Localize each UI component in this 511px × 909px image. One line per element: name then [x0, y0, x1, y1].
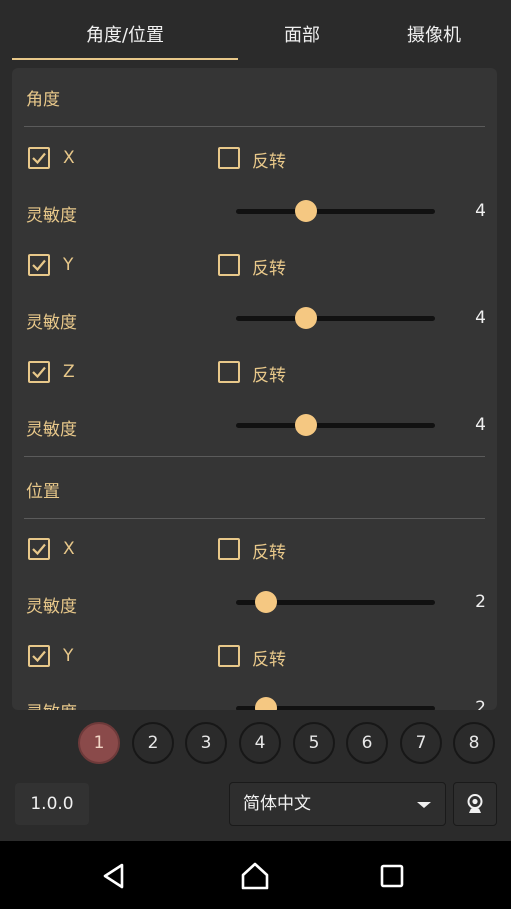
home-icon[interactable] [240, 861, 270, 891]
invert-x-label: 反转 [252, 152, 286, 172]
position-y-checkbox[interactable] [28, 645, 50, 667]
invert-z-label: 反转 [252, 366, 286, 386]
page-button-6[interactable]: 6 [346, 722, 388, 764]
position-invert-y-checkbox[interactable] [218, 645, 240, 667]
axis-y-checkbox[interactable] [28, 254, 50, 276]
slider-thumb[interactable] [294, 307, 317, 329]
axis-y-label: Y [63, 255, 74, 275]
back-triangle-icon[interactable] [99, 861, 129, 891]
sensitivity-x-label: 灵敏度 [26, 206, 77, 226]
position-sensitivity-x-slider[interactable] [236, 591, 435, 613]
position-invert-y-label: 反转 [252, 650, 286, 670]
page-selector: 1 2 3 4 5 6 7 8 [0, 722, 511, 766]
sensitivity-x-slider[interactable] [236, 200, 435, 222]
axis-x-checkbox[interactable] [28, 147, 50, 169]
axis-z-checkbox[interactable] [28, 361, 50, 383]
dropdown-arrow-icon [417, 802, 431, 808]
slider-thumb[interactable] [254, 591, 277, 613]
page-button-7[interactable]: 7 [400, 722, 442, 764]
slider-thumb[interactable] [294, 200, 317, 222]
divider [24, 518, 485, 519]
position-sensitivity-y-label: 灵敏度 [26, 698, 77, 710]
sensitivity-y-slider[interactable] [236, 307, 435, 329]
tab-camera[interactable]: 摄像机 [384, 0, 484, 60]
page-button-3[interactable]: 3 [185, 722, 227, 764]
sensitivity-z-value: 4 [475, 415, 486, 435]
invert-y-label: 反转 [252, 259, 286, 279]
tab-face[interactable]: 面部 [252, 0, 352, 60]
position-y-label: Y [63, 646, 74, 666]
version-label: 1.0.0 [15, 783, 89, 825]
divider [24, 456, 485, 457]
position-x-label: X [63, 539, 75, 559]
sensitivity-z-slider[interactable] [236, 414, 435, 436]
checkmark-icon [32, 366, 46, 379]
invert-x-checkbox[interactable] [218, 147, 240, 169]
divider [24, 126, 485, 127]
sensitivity-z-label: 灵敏度 [26, 420, 77, 440]
position-invert-x-label: 反转 [252, 543, 286, 563]
webcam-icon [467, 794, 483, 813]
sensitivity-x-value: 4 [475, 201, 486, 221]
position-invert-x-checkbox[interactable] [218, 538, 240, 560]
recents-square-icon[interactable] [377, 861, 407, 891]
page-button-8[interactable]: 8 [453, 722, 495, 764]
position-sensitivity-y-slider[interactable] [236, 697, 435, 710]
checkmark-icon [32, 650, 46, 663]
page-button-1[interactable]: 1 [78, 722, 120, 764]
checkmark-icon [32, 152, 46, 165]
section-title-position: 位置 [26, 482, 60, 502]
language-select[interactable]: 简体中文 [229, 782, 446, 826]
position-sensitivity-x-value: 2 [475, 592, 486, 612]
active-tab-indicator [12, 58, 238, 60]
page-button-2[interactable]: 2 [132, 722, 174, 764]
invert-z-checkbox[interactable] [218, 361, 240, 383]
camera-button[interactable] [453, 782, 497, 826]
system-nav-bar [0, 841, 511, 909]
settings-panel[interactable]: 角度 X 反转 灵敏度 4 Y 反转 灵敏度 4 Z 反转 灵敏度 4 位置 X… [12, 68, 497, 710]
position-sensitivity-x-label: 灵敏度 [26, 597, 77, 617]
tab-angle-position[interactable]: 角度/位置 [12, 0, 238, 60]
sensitivity-y-label: 灵敏度 [26, 313, 77, 333]
axis-z-label: Z [63, 362, 75, 382]
invert-y-checkbox[interactable] [218, 254, 240, 276]
tab-bar: 角度/位置 面部 摄像机 [12, 0, 511, 60]
checkmark-icon [32, 543, 46, 556]
checkmark-icon [32, 259, 46, 272]
slider-thumb[interactable] [254, 697, 277, 710]
page-button-5[interactable]: 5 [293, 722, 335, 764]
sensitivity-y-value: 4 [475, 308, 486, 328]
language-select-value: 简体中文 [243, 794, 311, 814]
axis-x-label: X [63, 148, 75, 168]
position-x-checkbox[interactable] [28, 538, 50, 560]
position-sensitivity-y-value: 2 [475, 698, 486, 710]
section-title-angle: 角度 [26, 90, 60, 110]
slider-thumb[interactable] [294, 414, 317, 436]
page-button-4[interactable]: 4 [239, 722, 281, 764]
